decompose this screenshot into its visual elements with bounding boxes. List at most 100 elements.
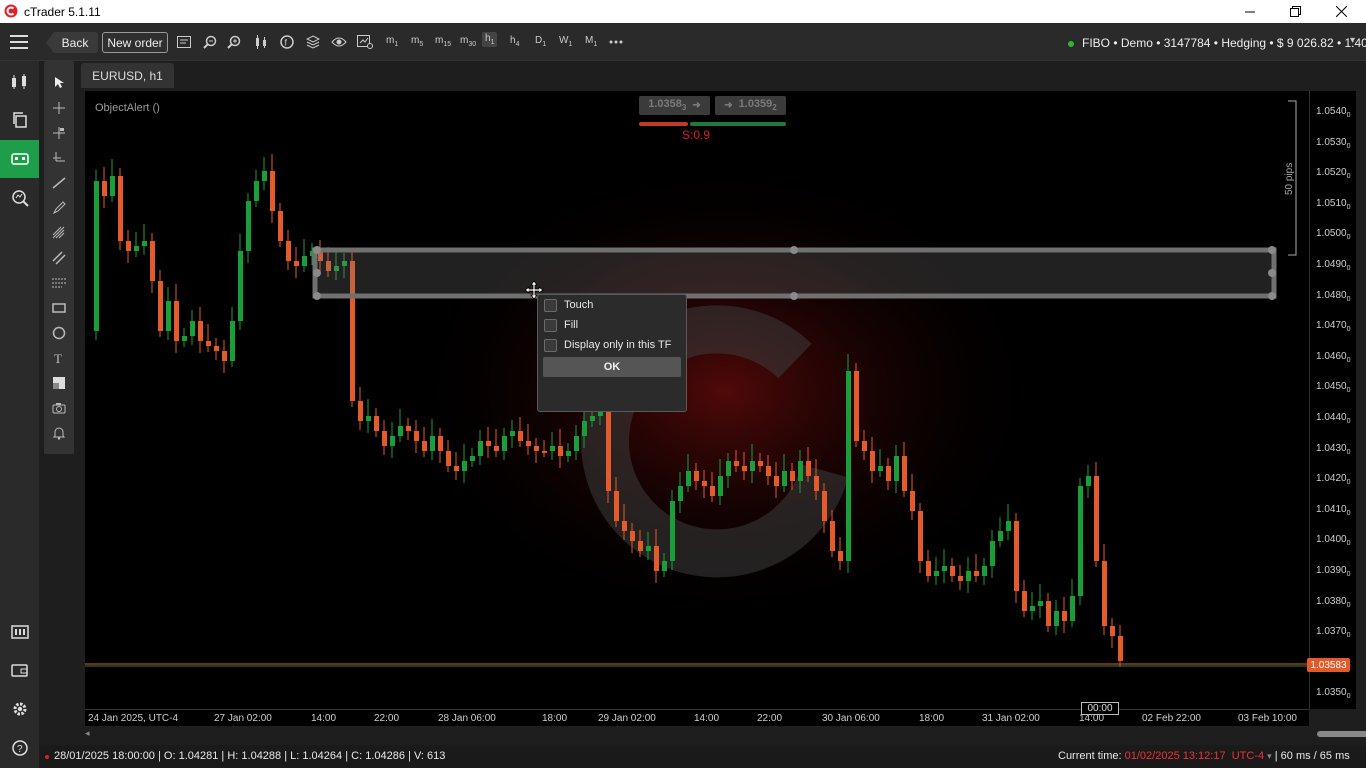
fill-option[interactable]: Fill <box>544 316 684 334</box>
connection-status-icon <box>1068 40 1074 47</box>
camera-icon[interactable] <box>44 395 74 420</box>
trend-line-icon[interactable] <box>44 170 74 195</box>
timeframe-mn1[interactable]: M1 <box>585 35 597 48</box>
indicators-icon[interactable]: f <box>279 34 295 50</box>
buy-quote-button[interactable]: ➜ 1.03592 <box>715 96 786 115</box>
candle-body <box>670 501 675 561</box>
candle-body <box>686 471 691 486</box>
selected-rectangle-object[interactable] <box>312 246 1277 300</box>
ellipse-icon[interactable] <box>44 320 74 345</box>
candle-body <box>142 241 147 246</box>
grid-lines-icon[interactable] <box>44 270 74 295</box>
minimize-button[interactable] <box>1227 0 1273 23</box>
candle-body <box>1022 591 1027 611</box>
scroll-left-icon[interactable]: ◂ <box>85 728 90 739</box>
back-button[interactable]: Back <box>46 32 98 53</box>
display-tf-option[interactable]: Display only in this TF <box>544 336 684 354</box>
timeframe-h1[interactable]: h1 <box>482 32 498 47</box>
candle-body <box>918 511 923 561</box>
candle-body <box>662 561 667 571</box>
price-axis-label: 1.05000 <box>1316 228 1351 242</box>
eye-icon[interactable] <box>331 34 347 50</box>
bell-icon[interactable] <box>44 420 74 445</box>
sidebar-algo-icon[interactable] <box>0 140 39 178</box>
arrow-right-icon: ➜ <box>724 100 733 111</box>
time-axis[interactable]: 24 Jan 2025, UTC-4 27 Jan 02:00 14:00 22:00… <box>85 709 1309 726</box>
candle-body <box>990 541 995 566</box>
zoom-in-icon[interactable] <box>226 34 242 50</box>
settings-gear-icon[interactable] <box>0 690 39 728</box>
candle-body <box>302 256 307 266</box>
ruler-icon[interactable] <box>44 145 74 170</box>
chart-scrollbar[interactable]: ◂ ▸ <box>85 727 1366 741</box>
chevron-down-icon[interactable]: ▾ <box>1267 751 1272 761</box>
help-icon[interactable]: ? <box>0 729 39 767</box>
more-icon[interactable] <box>608 34 624 50</box>
timeframe-m15[interactable]: m15 <box>435 35 451 48</box>
fibonacci-icon[interactable] <box>44 220 74 245</box>
timeframe-w1[interactable]: W1 <box>559 35 572 48</box>
candle-body <box>494 446 499 451</box>
sidebar-active-symbol-icon[interactable] <box>0 613 39 651</box>
main-toolbar: Back New order f m1 m5 m15 m30 h1 h4 D1 … <box>0 23 1366 61</box>
price-axis[interactable]: 1.05400 1.05300 1.05200 1.05100 1.05000 1.049… <box>1309 91 1356 709</box>
chart-mode-icon[interactable] <box>176 34 192 50</box>
zoom-out-icon[interactable] <box>202 34 218 50</box>
candle-body <box>230 321 235 361</box>
sidebar-wallet-icon[interactable] <box>0 651 39 689</box>
candle-body <box>982 566 987 576</box>
touch-option[interactable]: Touch <box>544 296 684 314</box>
candle-body <box>382 431 387 446</box>
channel-icon[interactable] <box>44 245 74 270</box>
restore-button[interactable] <box>1272 0 1318 23</box>
ok-button[interactable]: OK <box>543 357 681 377</box>
chevron-down-icon[interactable]: ▾ <box>1350 35 1355 46</box>
sidebar-trade-icon[interactable] <box>0 63 39 101</box>
price-chart[interactable]: ObjectAlert () 1.03583 ➜ ➜ 1.03592 S:0.9 5… <box>85 91 1309 709</box>
crosshair-data-icon[interactable] <box>44 120 74 145</box>
time-axis-label: 22:00 <box>757 713 783 724</box>
price-axis-label: 1.03500 <box>1316 687 1351 701</box>
candlestick-plot[interactable] <box>85 91 1309 709</box>
layers-icon[interactable] <box>305 34 321 50</box>
fill-checkbox[interactable] <box>544 318 557 332</box>
sidebar-analyze-icon[interactable] <box>0 179 39 217</box>
candle-body <box>206 341 211 346</box>
candle-body <box>974 571 979 576</box>
account-info[interactable]: FIBO • Demo • 3147784 • Hedging • $ 9 02… <box>1068 36 1366 50</box>
candle-body <box>606 411 611 491</box>
new-order-button[interactable]: New order <box>102 32 168 53</box>
candle-body <box>638 541 643 551</box>
cursor-arrow-icon[interactable] <box>44 70 74 95</box>
drawing-toolbar: T <box>44 61 74 454</box>
sell-quote-button[interactable]: 1.03583 ➜ <box>639 96 710 115</box>
scrollbar-thumb[interactable] <box>1317 731 1366 737</box>
candle-body <box>590 416 595 421</box>
display-tf-checkbox[interactable] <box>544 338 557 352</box>
timeframe-m5[interactable]: m5 <box>411 35 423 48</box>
timeframe-h4[interactable]: h4 <box>510 35 519 48</box>
current-price-badge: 1.03583 <box>1307 658 1350 672</box>
menu-icon[interactable] <box>10 35 28 49</box>
scroll-right-icon[interactable]: ▸ <box>1347 728 1352 739</box>
timeframe-m1[interactable]: m1 <box>386 35 398 48</box>
spread-label: S:0.9 <box>682 128 711 142</box>
timeframe-m30[interactable]: m30 <box>460 35 476 48</box>
rectangle-icon[interactable] <box>44 295 74 320</box>
color-picker-icon[interactable] <box>44 370 74 395</box>
ctrader-logo-icon <box>4 4 18 18</box>
pen-icon[interactable] <box>44 195 74 220</box>
candle-body <box>198 321 203 341</box>
timezone-selector[interactable]: UTC-4 <box>1232 750 1264 762</box>
sidebar-copy-icon[interactable] <box>0 101 39 139</box>
text-icon[interactable]: T <box>44 345 74 370</box>
touch-checkbox[interactable] <box>544 298 557 312</box>
chart-type-icon[interactable] <box>253 34 269 50</box>
crosshair-icon[interactable] <box>44 95 74 120</box>
timeframe-d1[interactable]: D1 <box>535 35 546 48</box>
candle-body <box>238 251 243 321</box>
bar-open: O: 1.04281 <box>163 750 219 762</box>
close-button[interactable] <box>1318 0 1364 23</box>
tab-eurusd-h1[interactable]: EURUSD, h1 <box>81 63 174 88</box>
chart-settings-icon[interactable] <box>357 34 373 50</box>
